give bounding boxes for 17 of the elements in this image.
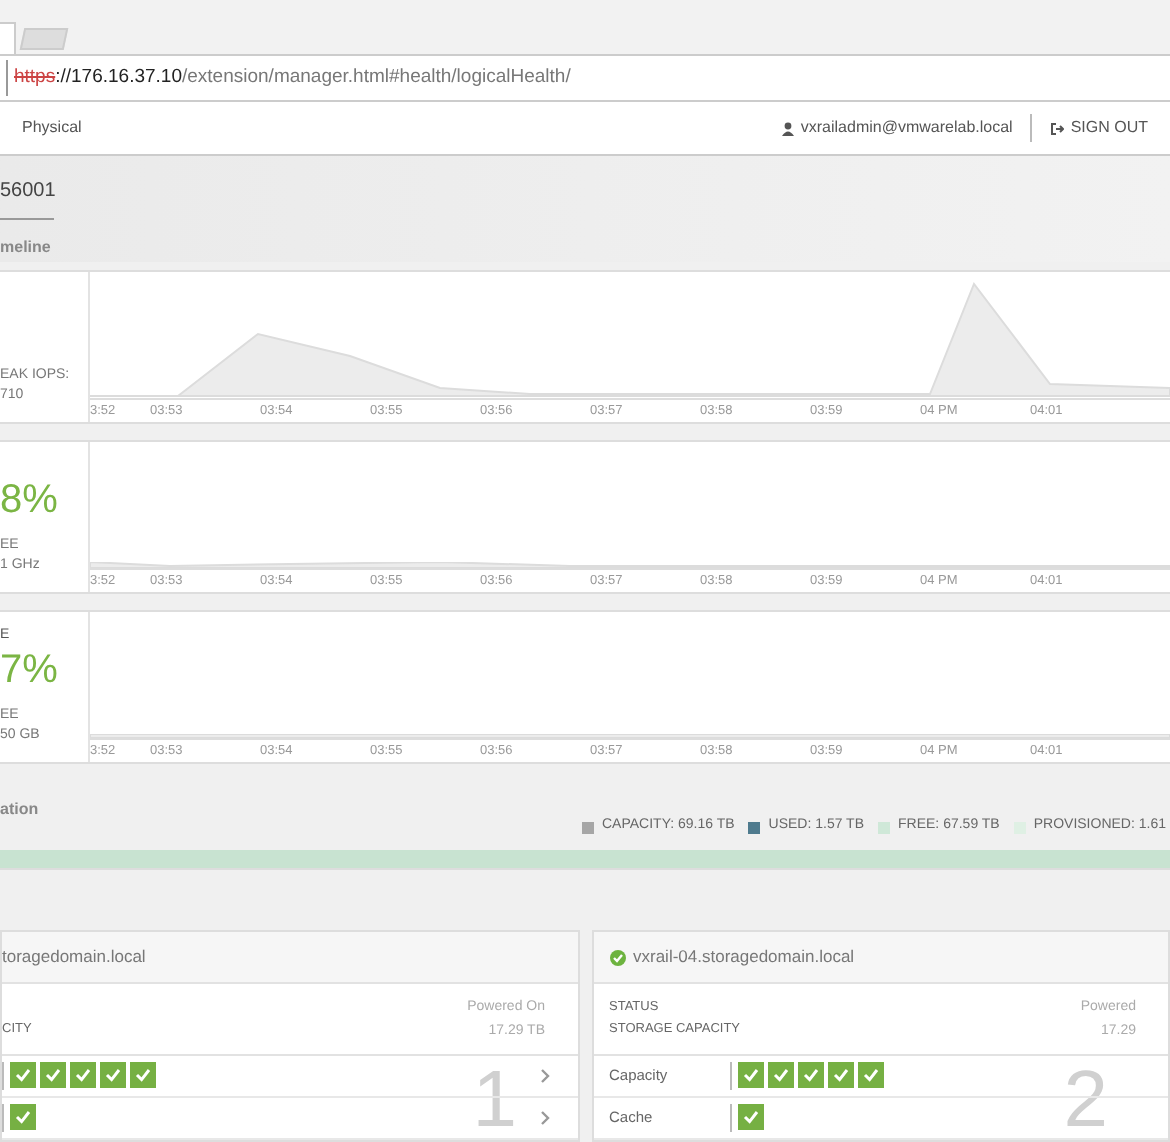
browser-tab[interactable] <box>0 22 16 55</box>
metric-percent: 8% <box>0 479 60 520</box>
nav-tab[interactable]: Physical <box>22 116 82 141</box>
metric-percent: 7% <box>0 649 60 690</box>
sign-out-icon <box>1050 121 1065 136</box>
chevron-right-icon[interactable] <box>539 1110 549 1127</box>
check-circle-icon <box>609 949 625 966</box>
sign-out-link[interactable]: SIGN OUT <box>1070 116 1148 141</box>
node-title: toragedomain.local <box>2 944 146 970</box>
user-icon <box>782 121 795 136</box>
section-title: ation <box>0 797 39 822</box>
chevron-right-icon[interactable] <box>539 1068 549 1085</box>
cluster-tab[interactable]: 56001 <box>0 176 54 221</box>
section-title: meline <box>0 236 53 261</box>
user-account[interactable]: vxrailadmin@vmwarelab.local <box>800 116 1013 141</box>
new-tab-button[interactable] <box>19 28 69 51</box>
node-title: vxrail-04.storagedomain.local <box>633 944 855 970</box>
